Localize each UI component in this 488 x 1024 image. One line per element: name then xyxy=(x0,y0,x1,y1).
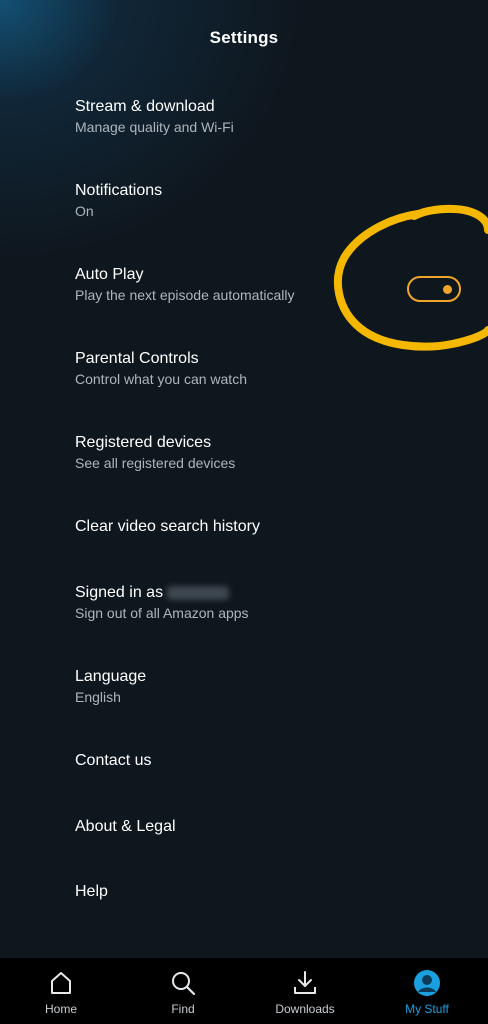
nav-label-home: Home xyxy=(44,1002,77,1016)
setting-subtitle: English xyxy=(75,689,121,705)
setting-subtitle: Control what you can watch xyxy=(75,371,247,387)
setting-label: Help xyxy=(75,883,108,900)
setting-label: About & Legal xyxy=(75,818,176,835)
toggle-knob xyxy=(443,285,452,294)
setting-subtitle: Play the next episode automatically xyxy=(75,287,295,303)
setting-subtitle: Manage quality and Wi-Fi xyxy=(75,119,234,135)
nav-label-downloads: Downloads xyxy=(275,1002,335,1016)
bottom-navigation: Home Find Downloads My Stuff xyxy=(0,958,488,1024)
setting-registered-devices[interactable]: Registered devices See all registered de… xyxy=(75,433,475,472)
page-title: Settings xyxy=(209,28,279,47)
setting-label: Contact us xyxy=(75,752,152,769)
setting-label: Notifications xyxy=(75,182,163,199)
setting-help[interactable]: Help xyxy=(75,882,475,902)
setting-label: Stream & download xyxy=(75,98,215,115)
background-glow xyxy=(0,0,488,1024)
setting-contact-us[interactable]: Contact us xyxy=(75,751,475,771)
nav-label-my-stuff: My Stuff xyxy=(405,1002,449,1016)
setting-auto-play[interactable]: Auto Play Play the next episode automati… xyxy=(75,265,395,304)
setting-subtitle: On xyxy=(75,203,94,219)
setting-about-legal[interactable]: About & Legal xyxy=(75,817,475,837)
autoplay-toggle[interactable] xyxy=(407,276,461,302)
search-icon xyxy=(172,972,196,996)
setting-notifications[interactable]: Notifications On xyxy=(75,181,475,220)
setting-label: Parental Controls xyxy=(75,350,199,367)
setting-parental-controls[interactable]: Parental Controls Control what you can w… xyxy=(75,349,475,388)
setting-label: Auto Play xyxy=(75,266,144,283)
setting-signed-in[interactable]: Signed in as Sign out of all Amazon apps xyxy=(75,583,475,622)
setting-subtitle: Sign out of all Amazon apps xyxy=(75,605,249,621)
nav-find[interactable]: Find xyxy=(122,958,244,1024)
home-icon xyxy=(51,972,71,994)
setting-clear-search-history[interactable]: Clear video search history xyxy=(75,517,475,537)
nav-home[interactable]: Home xyxy=(0,958,122,1024)
signed-in-text: Signed in as xyxy=(75,584,164,601)
avatar-icon xyxy=(414,970,440,996)
setting-label: Language xyxy=(75,668,147,685)
nav-my-stuff[interactable]: My Stuff xyxy=(366,958,488,1024)
setting-label: Registered devices xyxy=(75,434,212,451)
nav-downloads[interactable]: Downloads xyxy=(244,958,366,1024)
setting-subtitle: See all registered devices xyxy=(75,455,236,471)
nav-label-find: Find xyxy=(171,1002,195,1016)
setting-label: Signed in as xyxy=(75,583,475,603)
setting-language[interactable]: Language English xyxy=(75,667,475,706)
setting-stream-download[interactable]: Stream & download Manage quality and Wi-… xyxy=(75,97,475,136)
redacted-username xyxy=(167,585,230,600)
download-icon xyxy=(294,971,316,994)
setting-label: Clear video search history xyxy=(75,518,260,535)
